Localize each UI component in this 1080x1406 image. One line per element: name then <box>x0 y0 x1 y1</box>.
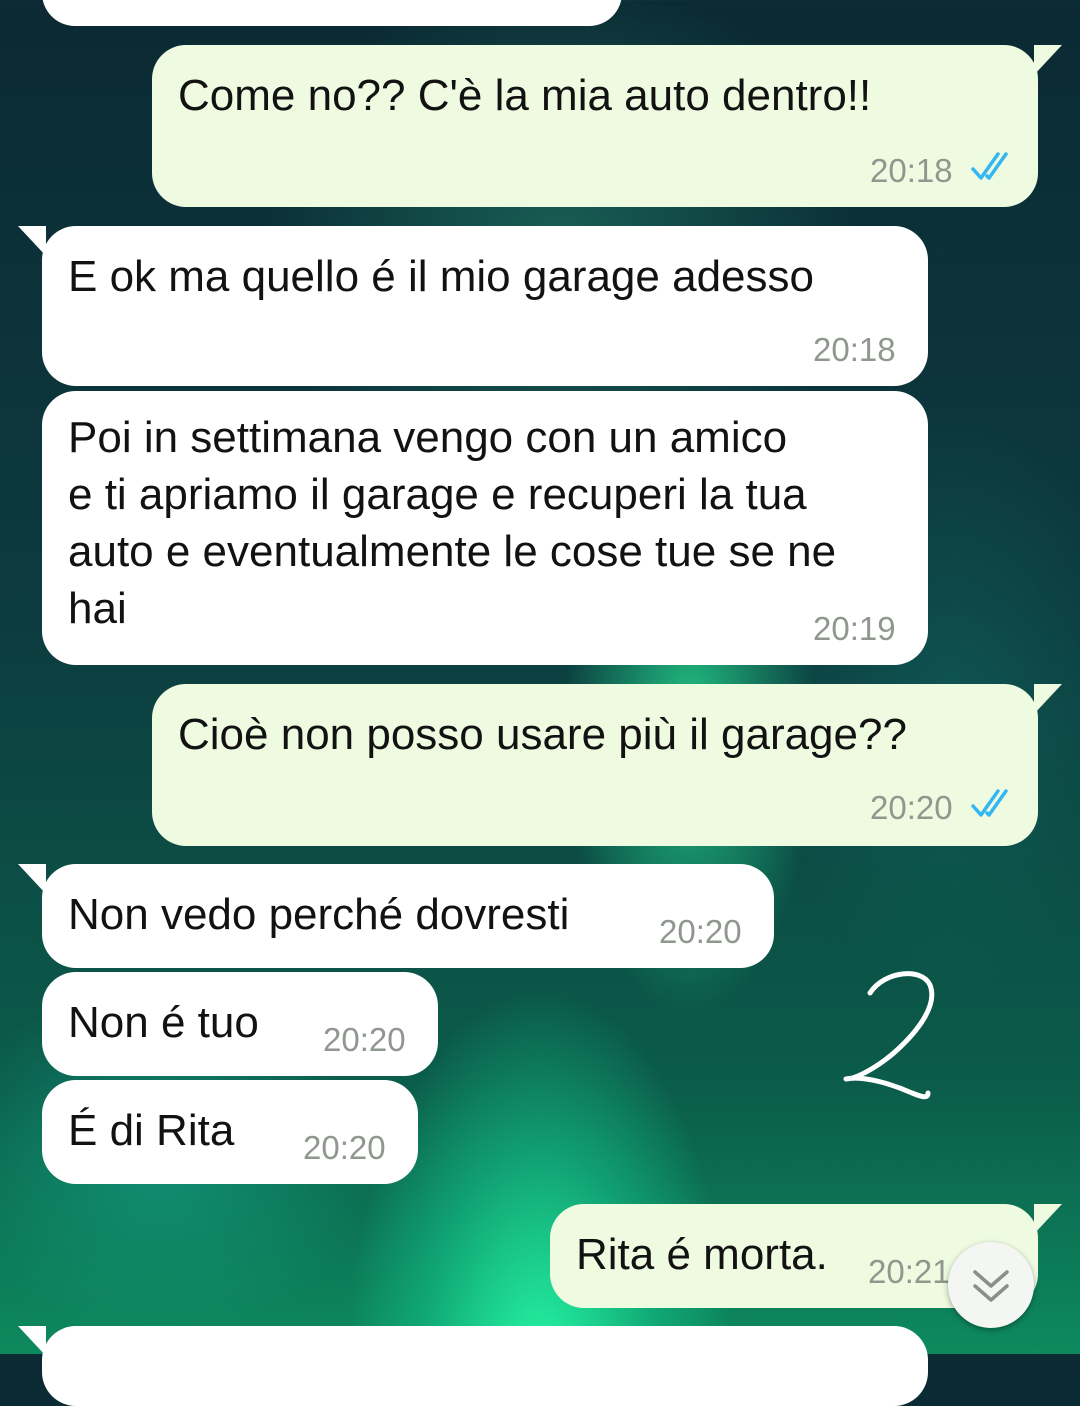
bubble-tail <box>18 226 46 256</box>
message-time: 20:19 <box>813 610 896 647</box>
message-time: 20:20 <box>659 913 742 950</box>
message-line: Poi in settimana vengo con un amico <box>68 413 788 462</box>
message-bubble-outgoing[interactable]: Cioè non posso usare più il garage?? 20:… <box>152 684 1038 846</box>
chevron-down-double-icon <box>973 1270 1009 1302</box>
message-time: 20:18 <box>813 331 896 368</box>
bubble-tail <box>18 864 46 894</box>
message-text: Poi in settimana vengo con un amico e ti… <box>68 409 902 637</box>
scroll-to-bottom-button[interactable] <box>948 1242 1034 1328</box>
double-check-icon <box>971 789 1008 817</box>
message-bubble-incoming[interactable]: Poi in settimana vengo con un amico e ti… <box>42 391 928 665</box>
message-text: E ok ma quello é il mio garage adesso <box>68 252 814 301</box>
message-time: 20:21 <box>868 1253 951 1290</box>
double-check-icon <box>971 152 1008 180</box>
message-text: Come no?? C'è la mia auto dentro!! <box>178 71 872 120</box>
bubble-tail <box>1034 45 1062 75</box>
message-line: e ti apriamo il garage e recuperi la tua <box>68 470 807 519</box>
message-line: auto e eventualmente le cose tue se ne <box>68 527 837 576</box>
message-time: 20:20 <box>870 789 953 826</box>
message-text: Cioè non posso usare più il garage?? <box>178 710 907 759</box>
message-time: 20:20 <box>303 1129 386 1166</box>
message-bubble-incoming[interactable]: E ok ma quello é il mio garage adesso 20… <box>42 226 928 386</box>
bubble-tail <box>1034 684 1062 714</box>
message-bubble-incoming-cut[interactable] <box>42 0 622 26</box>
bubble-tail <box>18 1326 46 1356</box>
message-bubble-outgoing[interactable]: Come no?? C'è la mia auto dentro!! 20:18 <box>152 45 1038 207</box>
message-time: 20:20 <box>323 1021 406 1058</box>
message-bubble-incoming[interactable]: É di Rita 20:20 <box>42 1080 418 1184</box>
message-text: Non vedo perché dovresti <box>68 890 570 939</box>
handwritten-annotation <box>843 971 935 1100</box>
message-text: Rita é morta. <box>576 1230 828 1279</box>
message-bubble-incoming-cut[interactable] <box>42 1326 928 1406</box>
message-text: É di Rita <box>68 1106 235 1155</box>
message-line: hai <box>68 584 127 633</box>
message-text: Non é tuo <box>68 998 259 1047</box>
bubble-tail <box>1034 1204 1062 1234</box>
message-time: 20:18 <box>870 152 953 189</box>
message-bubble-incoming[interactable]: Non vedo perché dovresti 20:20 <box>42 864 774 968</box>
message-bubble-incoming[interactable]: Non é tuo 20:20 <box>42 972 438 1076</box>
